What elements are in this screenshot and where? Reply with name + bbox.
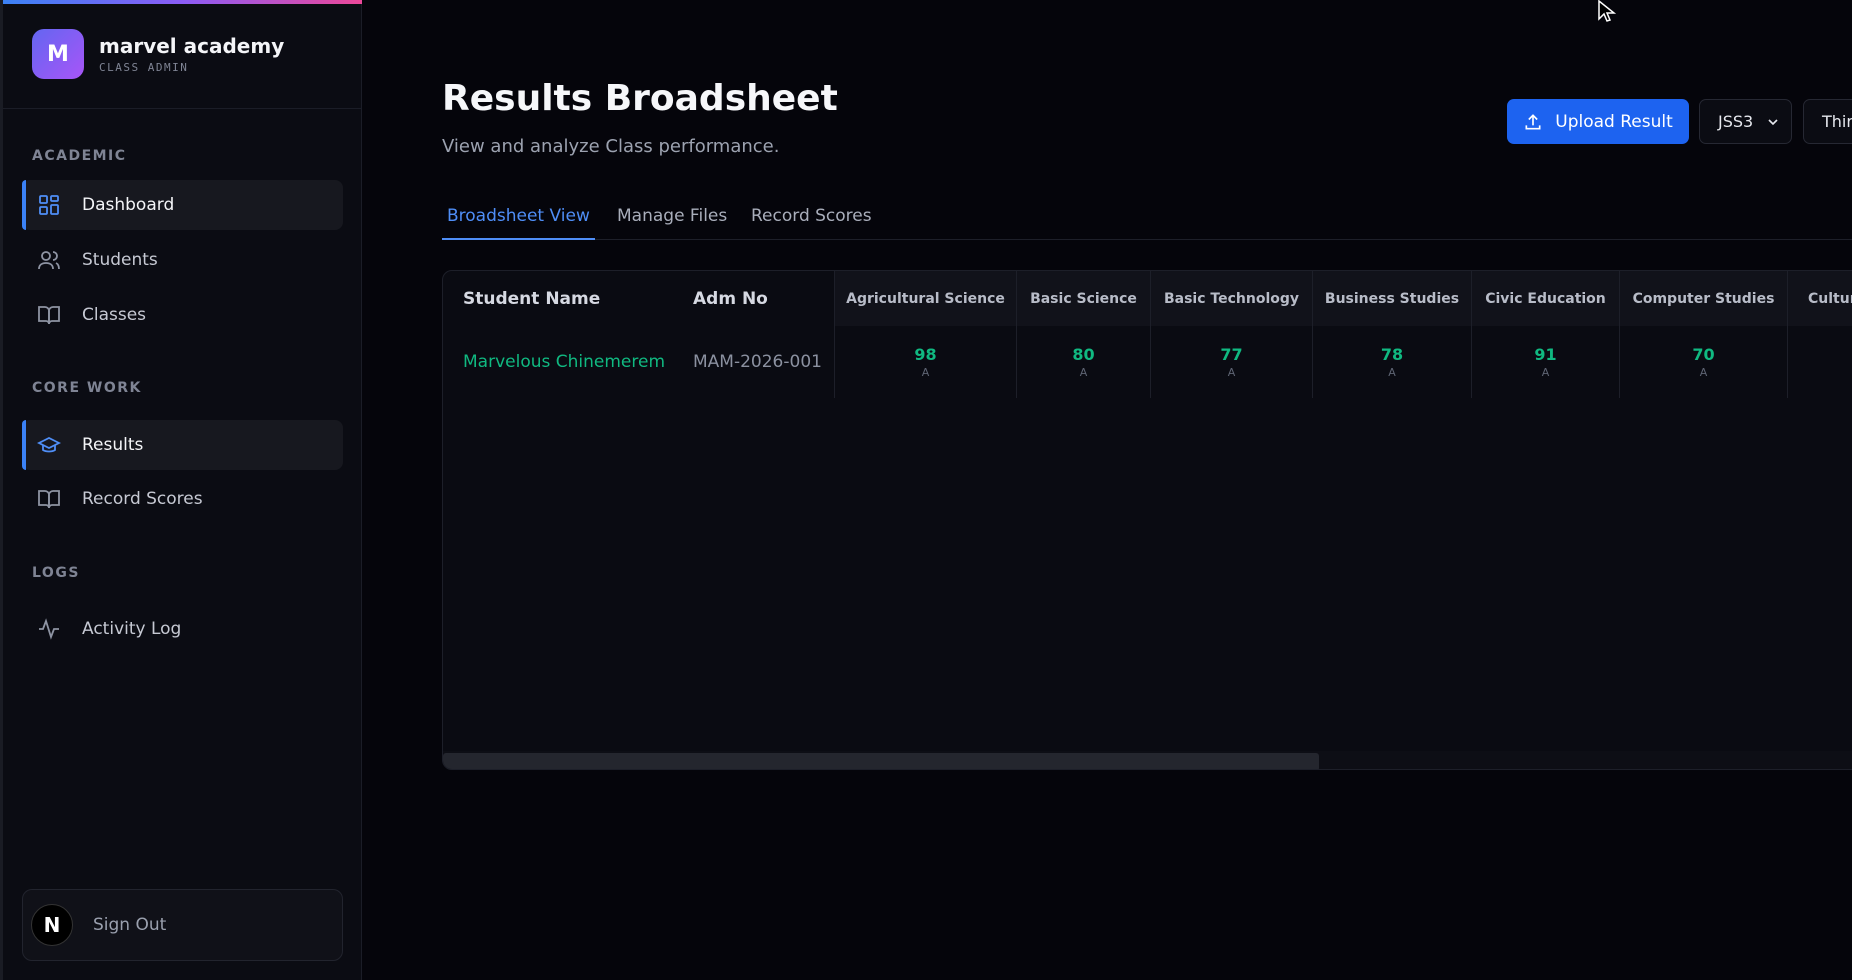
upload-result-label: Upload Result	[1555, 111, 1673, 132]
column-header-subject: Agricultural Science	[834, 271, 1016, 326]
book-icon	[36, 302, 62, 328]
sidebar-item-record-scores[interactable]: Record Scores	[22, 474, 343, 524]
column-header-subject: Business Studies	[1312, 271, 1471, 326]
class-select-value: JSS3	[1718, 112, 1754, 131]
column-header-subject: Civic Education	[1471, 271, 1619, 326]
sidebar-item-label: Dashboard	[82, 195, 175, 215]
score-grade: A	[1699, 366, 1708, 379]
score-value: 70	[1692, 345, 1715, 364]
score-grade: A	[1541, 366, 1550, 379]
sidebar-item-results[interactable]: Results	[22, 420, 343, 470]
section-label-logs: LOGS	[32, 565, 80, 581]
admission-number: MAM-2026-001	[693, 352, 822, 372]
brand-name: marvel academy	[99, 34, 285, 58]
score-value: 98	[914, 345, 937, 364]
sidebar-item-dashboard[interactable]: Dashboard	[22, 180, 343, 230]
sidebar: M marvel academy CLASS ADMIN ACADEMIC Da…	[0, 0, 362, 980]
upload-result-button[interactable]: Upload Result	[1507, 99, 1689, 144]
column-header-subject: Basic Science	[1016, 271, 1150, 326]
score-cell: 70 A	[1619, 326, 1787, 398]
sidebar-item-label: Activity Log	[82, 619, 182, 639]
sign-out-label: Sign Out	[93, 915, 167, 935]
avatar: N	[31, 904, 73, 946]
sidebar-item-students[interactable]: Students	[22, 235, 343, 285]
score-value: 91	[1534, 345, 1557, 364]
class-select[interactable]: JSS3	[1699, 99, 1792, 144]
tab-broadsheet-view[interactable]: Broadsheet View	[442, 206, 595, 240]
chevron-down-icon	[1768, 119, 1778, 126]
score-grade: A	[1388, 366, 1396, 379]
tab-record-scores[interactable]: Record Scores	[746, 206, 877, 238]
graduation-cap-icon	[36, 432, 62, 458]
score-cell: 98 A	[834, 326, 1016, 398]
term-select[interactable]: Thir	[1803, 99, 1852, 144]
sidebar-item-label: Students	[82, 250, 158, 270]
score-cell: 91 A	[1471, 326, 1619, 398]
activity-icon	[36, 616, 62, 642]
page-subtitle: View and analyze Class performance.	[442, 136, 780, 157]
score-cell	[1787, 326, 1852, 398]
sidebar-item-label: Results	[82, 435, 144, 455]
score-grade: A	[1079, 366, 1088, 379]
horizontal-scrollbar-thumb[interactable]	[443, 753, 1319, 769]
sidebar-gradient-bar	[3, 0, 362, 4]
app-root: M marvel academy CLASS ADMIN ACADEMIC Da…	[0, 0, 1852, 980]
broadsheet-table: Student Name Adm No Agricultural Science…	[442, 270, 1852, 770]
column-header-adm-no: Adm No	[693, 288, 768, 309]
score-grade: A	[921, 366, 930, 379]
section-label-academic: ACADEMIC	[32, 148, 127, 164]
column-header-student-name: Student Name	[463, 288, 601, 309]
score-cell: 77 A	[1150, 326, 1312, 398]
score-value: 77	[1220, 345, 1243, 364]
student-name-link[interactable]: Marvelous Chinemerem	[463, 326, 693, 398]
score-value: 78	[1380, 345, 1404, 364]
column-header-subject: Basic Technology	[1150, 271, 1312, 326]
brand-role: CLASS ADMIN	[99, 61, 189, 74]
mouse-cursor-icon	[1598, 0, 1617, 22]
score-value: 80	[1072, 345, 1095, 364]
users-icon	[36, 247, 62, 273]
grid-icon	[36, 192, 62, 218]
sidebar-item-label: Classes	[82, 305, 147, 325]
brand: M marvel academy CLASS ADMIN	[32, 29, 284, 79]
sidebar-item-classes[interactable]: Classes	[22, 290, 343, 340]
term-select-value: Thir	[1822, 112, 1852, 131]
upload-icon	[1525, 113, 1541, 129]
score-cell: 78 A	[1312, 326, 1471, 398]
brand-text: marvel academy CLASS ADMIN	[99, 34, 284, 74]
brand-logo: M	[32, 29, 84, 79]
sign-out-button[interactable]: N Sign Out	[22, 889, 343, 961]
table-row: Marvelous Chinemerem MAM-2026-001 98 A 8…	[443, 326, 1852, 398]
score-grade: A	[1227, 366, 1236, 379]
table-header: Student Name Adm No Agricultural Science…	[443, 271, 1852, 326]
page-title: Results Broadsheet	[442, 78, 838, 119]
section-label-core-work: CORE WORK	[32, 380, 142, 396]
column-header-subject: Computer Studies	[1619, 271, 1787, 326]
main-content: Results Broadsheet View and analyze Clas…	[362, 0, 1852, 980]
sidebar-divider	[3, 108, 362, 109]
sidebar-item-activity-log[interactable]: Activity Log	[22, 604, 343, 654]
score-cell: 80 A	[1016, 326, 1150, 398]
book-icon	[36, 486, 62, 512]
column-header-subject: Cultur	[1787, 271, 1852, 326]
tab-bar: Broadsheet View Manage Files Record Scor…	[442, 200, 1852, 240]
tab-manage-files[interactable]: Manage Files	[612, 206, 732, 238]
sidebar-item-label: Record Scores	[82, 489, 203, 509]
